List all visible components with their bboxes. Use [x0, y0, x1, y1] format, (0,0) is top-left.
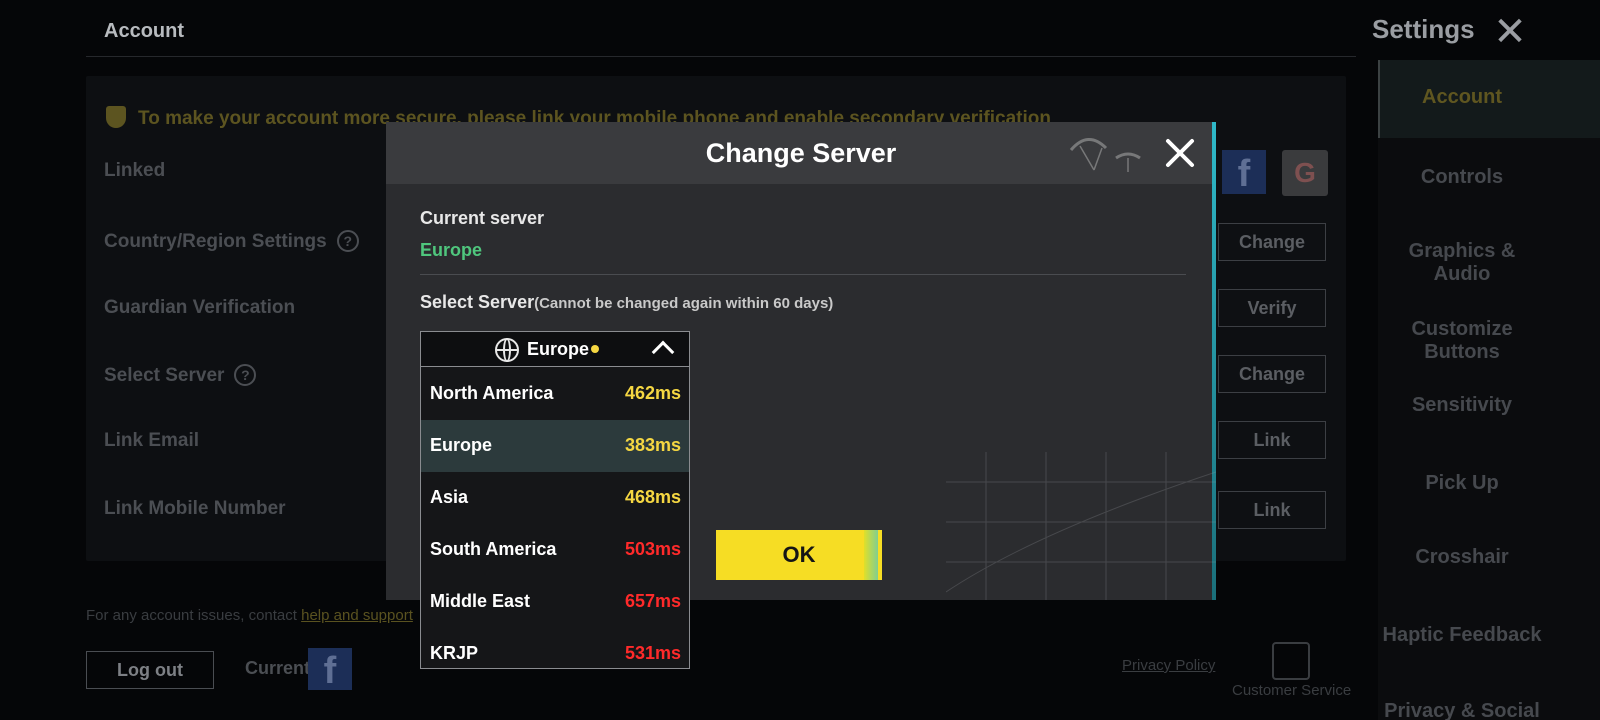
customer-service-label[interactable]: Customer Service: [1232, 682, 1351, 699]
logout-button[interactable]: Log out: [86, 651, 214, 689]
nav-item-account[interactable]: Account: [1378, 86, 1546, 109]
facebook-icon[interactable]: f: [1222, 150, 1266, 195]
server-change-button[interactable]: Change: [1218, 355, 1326, 393]
help-icon[interactable]: ?: [336, 230, 359, 252]
status-dot-icon: [591, 345, 600, 353]
server-option-ping: 503ms: [624, 539, 681, 559]
dialog-title: Change Server: [705, 138, 897, 168]
settings-title: Settings: [1372, 14, 1475, 44]
footer-note: For any account issues, contact help and…: [86, 607, 413, 624]
row-link-email-label: Link Email: [104, 430, 200, 451]
row-link-mobile-label: Link Mobile Number: [104, 498, 286, 519]
close-icon[interactable]: [1160, 132, 1200, 172]
dialog-divider: [420, 274, 1186, 275]
country-change-button[interactable]: Change: [1218, 223, 1326, 261]
server-option-name: KRJP: [430, 643, 479, 663]
nav-item-haptic-feedback[interactable]: Haptic Feedback: [1378, 624, 1546, 647]
current-server-label: Current server: [420, 208, 545, 228]
nav-item-graphics-audio[interactable]: Graphics & Audio: [1378, 240, 1546, 286]
server-option-name: Asia: [430, 487, 469, 507]
row-select-server-label: Select Server: [104, 365, 225, 386]
settings-nav: [1378, 60, 1600, 720]
ok-button[interactable]: OK: [716, 530, 882, 580]
server-dropdown-toggle[interactable]: Europe: [421, 332, 689, 367]
link-mobile-button[interactable]: Link: [1218, 491, 1326, 529]
privacy-policy-link[interactable]: Privacy Policy: [1122, 657, 1215, 674]
row-country-region-label: Country/Region Settings: [104, 231, 327, 252]
server-option-europe[interactable]: Europe 383ms: [421, 420, 689, 472]
server-option-name: North America: [430, 383, 554, 403]
chevron-up-icon[interactable]: [651, 340, 675, 364]
row-select-server: Select Server?: [104, 364, 257, 387]
select-server-note: (Cannot be changed again within 60 days): [534, 295, 834, 312]
row-guardian-label: Guardian Verification: [104, 297, 296, 318]
server-option-ping: 531ms: [624, 643, 681, 663]
settings-close-icon[interactable]: ✕: [1490, 12, 1530, 52]
nav-item-controls[interactable]: Controls: [1378, 166, 1546, 189]
nav-item-privacy-social[interactable]: Privacy & Social: [1378, 700, 1546, 720]
guardian-verify-button[interactable]: Verify: [1218, 289, 1326, 327]
nav-item-sensitivity[interactable]: Sensitivity: [1378, 394, 1546, 417]
server-option-name: South America: [430, 539, 557, 559]
dropdown-selected-value: Europe: [527, 339, 590, 359]
nav-item-crosshair[interactable]: Crosshair: [1378, 546, 1546, 569]
server-option-ping: 383ms: [624, 435, 681, 455]
current-server-value: Europe: [420, 240, 483, 260]
current-account-label: Current: [245, 658, 311, 678]
header-divider: [86, 56, 1356, 57]
help-support-link[interactable]: help and support: [301, 607, 413, 624]
nav-item-pick-up[interactable]: Pick Up: [1378, 472, 1546, 495]
nav-item-customize-buttons[interactable]: Customize Buttons: [1378, 318, 1546, 364]
server-option-ping: 657ms: [624, 591, 681, 611]
server-option-name: Europe: [430, 435, 493, 455]
customer-service-icon[interactable]: [1272, 642, 1310, 680]
server-dropdown[interactable]: Europe North America 462ms Europe 383ms …: [420, 331, 690, 669]
globe-icon: [495, 338, 519, 362]
row-country-region: Country/Region Settings?: [104, 230, 359, 253]
shield-icon: [106, 106, 126, 128]
account-tab-title: Account: [104, 20, 184, 42]
map-grid-decoration: [946, 452, 1216, 600]
footer-note-text: For any account issues, contact: [86, 607, 297, 624]
server-option-name: Middle East: [430, 591, 531, 611]
server-option-north-america[interactable]: North America 462ms: [421, 368, 689, 420]
server-option-middle-east[interactable]: Middle East 657ms: [421, 576, 689, 628]
link-email-button[interactable]: Link: [1218, 421, 1326, 459]
facebook-icon: f: [308, 648, 352, 692]
row-linked-label: Linked: [104, 160, 166, 181]
server-option-asia[interactable]: Asia 468ms: [421, 472, 689, 524]
dropdown-selected: Europe: [527, 339, 600, 360]
server-option-south-america[interactable]: South America 503ms: [421, 524, 689, 576]
server-option-ping: 468ms: [624, 487, 681, 507]
help-icon[interactable]: ?: [234, 364, 257, 386]
server-option-ping: 462ms: [624, 383, 681, 403]
server-option-list: North America 462ms Europe 383ms Asia 46…: [421, 368, 689, 680]
google-icon[interactable]: G: [1282, 150, 1328, 196]
select-server-title: Select Server: [420, 292, 535, 312]
server-option-krjp[interactable]: KRJP 531ms: [421, 628, 689, 680]
select-server-label: Select Server(Cannot be changed again wi…: [420, 292, 833, 313]
